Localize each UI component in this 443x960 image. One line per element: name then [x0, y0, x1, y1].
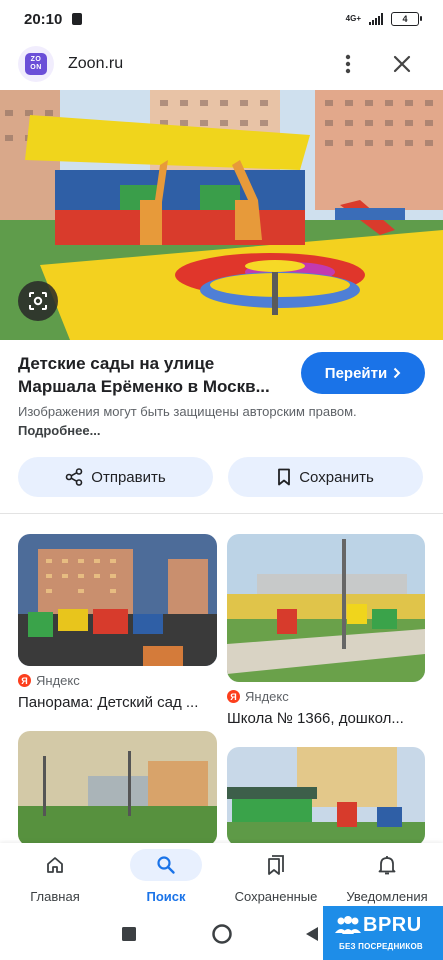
- yandex-icon: Я: [227, 690, 240, 703]
- related-source-label: Яндекс: [245, 689, 289, 704]
- lens-icon: [29, 292, 47, 310]
- more-options-button[interactable]: [332, 48, 364, 80]
- battery-level: 4: [402, 14, 408, 24]
- home-system-button[interactable]: [210, 922, 234, 946]
- visit-button[interactable]: Перейти: [301, 352, 425, 394]
- related-image-2[interactable]: [227, 534, 425, 682]
- share-button-label: Отправить: [91, 468, 166, 486]
- status-time: 20:10: [24, 10, 63, 28]
- save-button-label: Сохранить: [299, 468, 374, 486]
- home-circle-icon: [212, 924, 232, 944]
- bookmarks-icon: [268, 855, 284, 875]
- recents-button[interactable]: [117, 922, 141, 946]
- battery-icon: 4: [391, 12, 422, 26]
- related-source-1: Я Яндекс: [18, 673, 80, 688]
- bell-icon: [378, 856, 396, 875]
- nav-notifications[interactable]: Уведомления: [332, 843, 442, 908]
- signal-icon: [369, 13, 383, 25]
- copyright-note: Изображения могут быть защищены авторски…: [18, 402, 358, 440]
- nav-notifications-label: Уведомления: [346, 889, 428, 904]
- bookmark-icon: [278, 468, 291, 486]
- hero-image[interactable]: [0, 90, 443, 340]
- logo-text-line1: ZO: [30, 56, 42, 63]
- status-bar: 20:10 4G+ 4: [0, 0, 443, 38]
- chevron-right-icon: [393, 367, 401, 379]
- nav-saved-label: Сохраненные: [234, 889, 318, 904]
- close-button[interactable]: [386, 48, 418, 80]
- related-source-2: Я Яндекс: [227, 689, 289, 704]
- learn-more-link[interactable]: Подробнее...: [18, 423, 100, 438]
- watermark-title: BPRU: [363, 914, 422, 936]
- nav-search-label: Поиск: [146, 889, 186, 904]
- page-header: ZO ON Zoon.ru: [0, 38, 443, 90]
- site-name: Zoon.ru: [68, 55, 124, 72]
- site-logo: ZO ON: [18, 46, 54, 82]
- recents-icon: [122, 927, 136, 941]
- bottom-navigation: Главная Поиск Сохраненные Уведомления: [0, 843, 443, 908]
- share-icon: [65, 468, 83, 486]
- related-source-label: Яндекс: [36, 673, 80, 688]
- back-triangle-icon: [306, 927, 318, 941]
- nav-home-label: Главная: [30, 889, 80, 904]
- lens-button[interactable]: [18, 281, 58, 321]
- related-title-1[interactable]: Панорама: Детский сад ...: [18, 694, 213, 711]
- back-button[interactable]: [300, 922, 324, 946]
- search-icon: [157, 856, 175, 874]
- result-title[interactable]: Детские сады на улице Маршала Ерёменко в…: [18, 352, 288, 398]
- visit-button-label: Перейти: [324, 364, 388, 382]
- related-image-1[interactable]: [18, 534, 217, 666]
- more-vert-icon: [345, 54, 351, 74]
- yandex-icon: Я: [18, 674, 31, 687]
- logo-text-line2: ON: [30, 64, 42, 71]
- share-button[interactable]: Отправить: [18, 457, 213, 497]
- related-image-4[interactable]: [227, 747, 425, 846]
- network-type: 4G+: [345, 14, 361, 23]
- home-icon: [47, 857, 63, 873]
- related-image-3[interactable]: [18, 731, 217, 846]
- copyright-text: Изображения могут быть защищены авторски…: [18, 404, 357, 419]
- watermark-subtitle: БЕЗ ПОСРЕДНИКОВ: [339, 942, 423, 951]
- save-button[interactable]: Сохранить: [228, 457, 423, 497]
- people-icon: [335, 916, 361, 934]
- nav-home[interactable]: Главная: [0, 843, 110, 908]
- related-title-2[interactable]: Школа № 1366, дошкол...: [227, 710, 422, 727]
- watermark-badge: BPRU БЕЗ ПОСРЕДНИКОВ: [323, 906, 443, 960]
- divider: [0, 513, 443, 514]
- sim-icon: [72, 13, 83, 25]
- close-icon: [393, 55, 411, 73]
- nav-search[interactable]: Поиск: [111, 843, 221, 908]
- nav-saved[interactable]: Сохраненные: [221, 843, 331, 908]
